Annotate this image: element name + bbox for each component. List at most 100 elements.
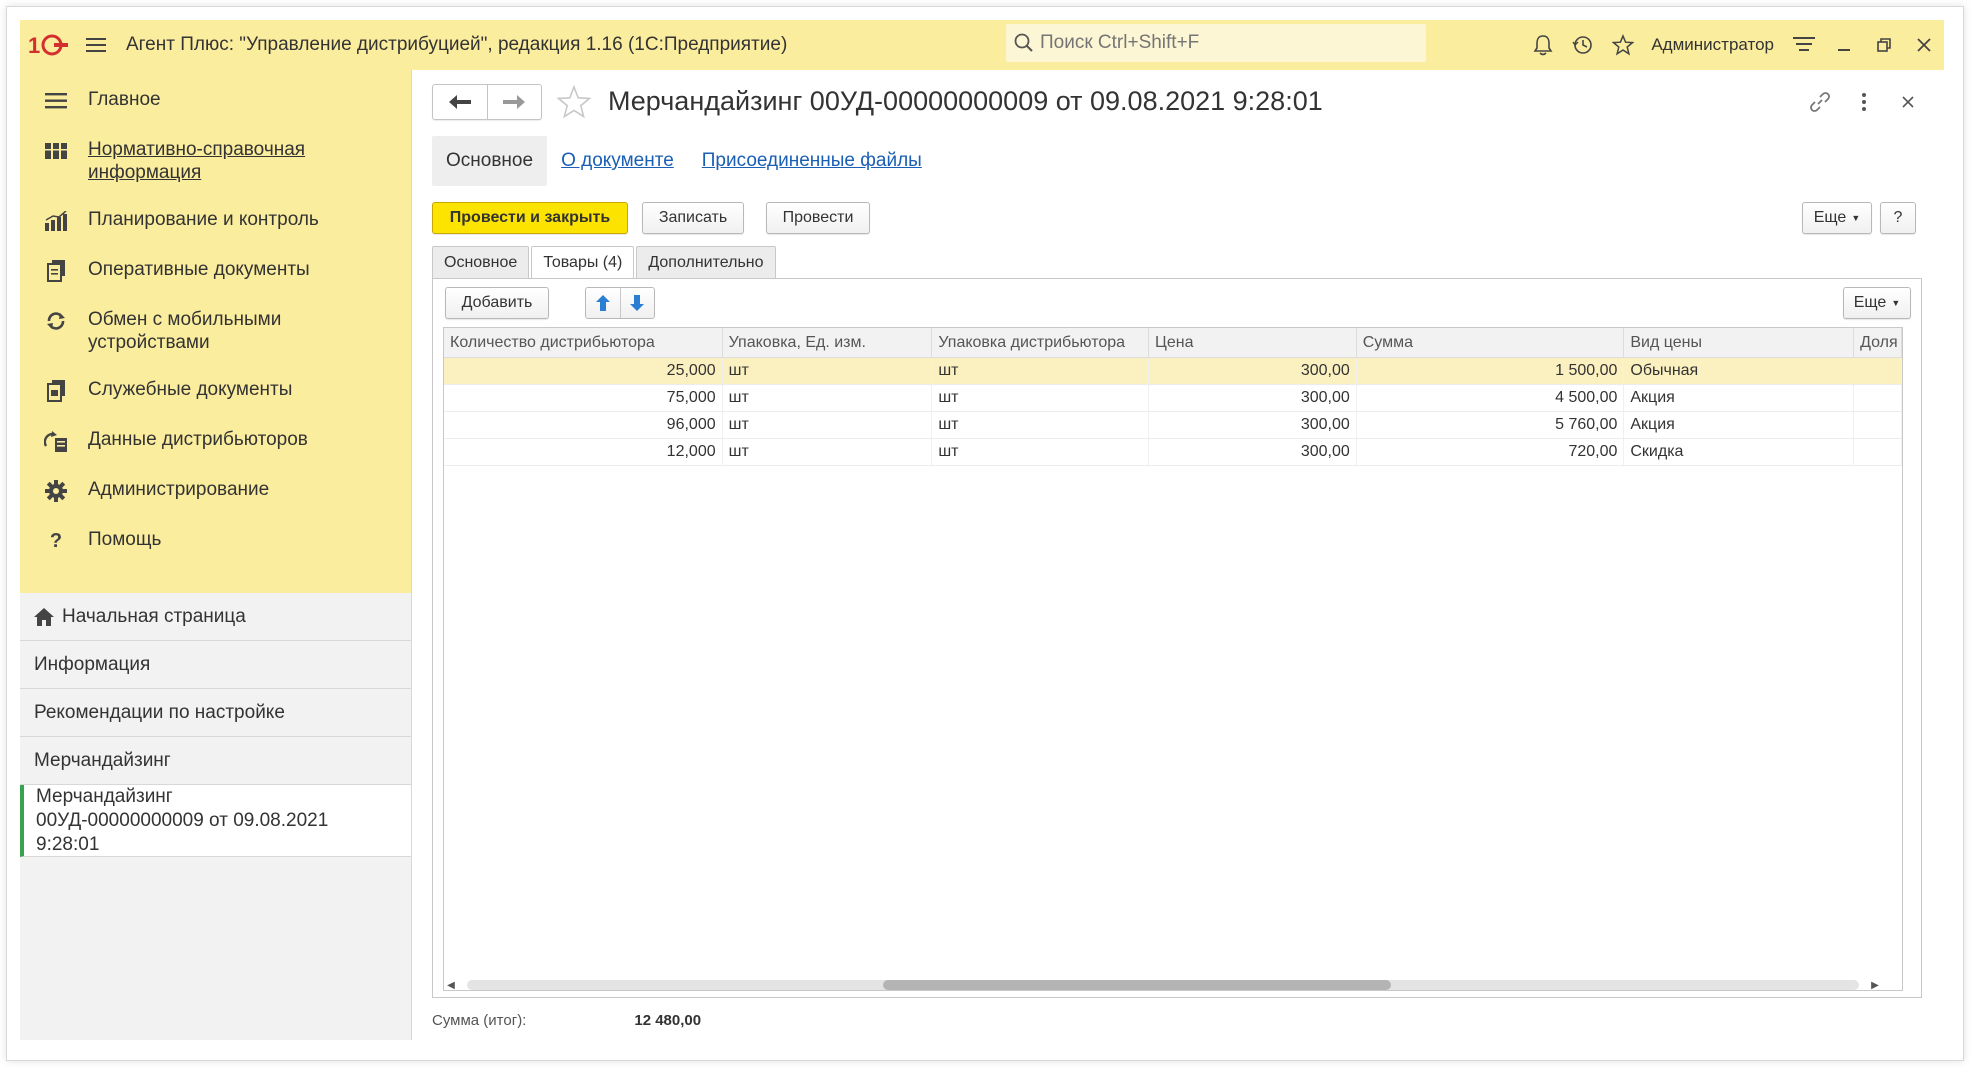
cell-sum[interactable]: 720,00 (1357, 439, 1625, 465)
cell-qty[interactable]: 25,000 (444, 358, 723, 384)
open-window-home[interactable]: Начальная страница (20, 593, 411, 641)
cell-price-type[interactable]: Обычная (1624, 358, 1855, 384)
table-row[interactable]: 75,000 шт шт 300,00 4 500,00 Акция (444, 385, 1902, 412)
global-search[interactable] (1006, 24, 1426, 62)
cell-share[interactable] (1854, 412, 1902, 438)
cell-price-type[interactable]: Акция (1624, 412, 1855, 438)
cell-dist-pack[interactable]: шт (932, 439, 1150, 465)
post-button[interactable]: Провести (766, 202, 870, 234)
section-distributor-data[interactable]: Данные дистрибьюторов (20, 416, 411, 466)
cell-price[interactable]: 300,00 (1149, 412, 1357, 438)
cell-share[interactable] (1854, 358, 1902, 384)
minimize-icon[interactable] (1824, 20, 1864, 70)
bell-icon[interactable] (1523, 20, 1563, 70)
scroll-thumb[interactable] (883, 980, 1391, 990)
cell-dist-pack[interactable]: шт (932, 412, 1150, 438)
back-arrow-icon[interactable] (433, 85, 488, 119)
cell-dist-pack[interactable]: шт (932, 358, 1150, 384)
cell-price[interactable]: 300,00 (1149, 358, 1357, 384)
section-operational-docs[interactable]: Оперативные документы (20, 246, 411, 296)
cell-price[interactable]: 300,00 (1149, 385, 1357, 411)
move-buttons (585, 287, 655, 319)
section-label: Главное (88, 89, 161, 110)
save-button[interactable]: Записать (642, 202, 744, 234)
cell-sum[interactable]: 1 500,00 (1357, 358, 1625, 384)
cell-unit[interactable]: шт (723, 412, 933, 438)
page-tab-main[interactable]: Основное (432, 246, 530, 278)
column-header[interactable]: Доля (1854, 328, 1902, 357)
page-tab-goods[interactable]: Товары (4) (531, 246, 635, 279)
cell-qty[interactable]: 96,000 (444, 412, 723, 438)
favorites-star-icon[interactable] (1603, 20, 1643, 70)
section-administration[interactable]: Администрирование (20, 466, 411, 516)
open-window-recommendations[interactable]: Рекомендации по настройке (20, 689, 411, 737)
open-window-info[interactable]: Информация (20, 641, 411, 689)
column-header[interactable]: Сумма (1357, 328, 1625, 357)
tab-attached-files[interactable]: Присоединенные файлы (688, 136, 936, 186)
forward-arrow-icon[interactable] (488, 85, 542, 119)
cell-unit[interactable]: шт (723, 439, 933, 465)
cell-share[interactable] (1854, 439, 1902, 465)
svg-text:1: 1 (28, 33, 40, 57)
column-header[interactable]: Упаковка, Ед. изм. (723, 328, 933, 357)
user-name[interactable]: Администратор (1651, 35, 1774, 55)
column-header[interactable]: Вид цены (1624, 328, 1855, 357)
cell-dist-pack[interactable]: шт (932, 385, 1150, 411)
cell-sum[interactable]: 4 500,00 (1357, 385, 1625, 411)
column-header[interactable]: Количество дистрибьютора (444, 328, 723, 357)
settings-menu-icon[interactable] (1784, 20, 1824, 70)
cell-share[interactable] (1854, 385, 1902, 411)
section-service-docs[interactable]: Служебные документы (20, 366, 411, 416)
cell-qty[interactable]: 12,000 (444, 439, 723, 465)
search-input[interactable] (1040, 32, 1410, 54)
more-button[interactable]: Еще ▼ (1802, 202, 1872, 234)
table-more-button[interactable]: Еще ▼ (1843, 287, 1911, 319)
cell-unit[interactable]: шт (723, 358, 933, 384)
form-tabs: Основное О документе Присоединенные файл… (432, 136, 936, 186)
more-label: Еще (1813, 209, 1847, 226)
total-value: 12 480,00 (634, 1012, 702, 1029)
tab-main[interactable]: Основное (432, 136, 548, 186)
section-help[interactable]: ? Помощь (20, 516, 411, 566)
cell-price-type[interactable]: Акция (1624, 385, 1855, 411)
link-icon[interactable] (1798, 84, 1842, 120)
scroll-left-icon[interactable]: ◀ (443, 977, 459, 993)
section-main[interactable]: Главное (20, 76, 411, 126)
favorite-star-icon[interactable] (556, 84, 592, 120)
cell-qty[interactable]: 75,000 (444, 385, 723, 411)
sidebar: Главное Нормативно-справочная информация… (20, 70, 412, 1040)
cell-price-type[interactable]: Скидка (1624, 439, 1855, 465)
main-menu-icon[interactable] (76, 20, 116, 70)
section-label: Нормативно-справочная информация (88, 139, 306, 183)
column-header[interactable]: Упаковка дистрибьютора (932, 328, 1150, 357)
add-row-button[interactable]: Добавить (445, 287, 549, 319)
table-row[interactable]: 96,000 шт шт 300,00 5 760,00 Акция (444, 412, 1902, 439)
close-form-icon[interactable] (1886, 84, 1930, 120)
table-row[interactable]: 25,000 шт шт 300,00 1 500,00 Обычная (444, 358, 1902, 385)
section-mobile-exchange[interactable]: Обмен с мобильными устройствами (20, 296, 411, 366)
more-actions-icon[interactable] (1842, 84, 1886, 120)
cell-unit[interactable]: шт (723, 385, 933, 411)
section-reference-info[interactable]: Нормативно-справочная информация (20, 126, 411, 196)
restore-icon[interactable] (1864, 20, 1904, 70)
table-row[interactable]: 12,000 шт шт 300,00 720,00 Скидка (444, 439, 1902, 466)
help-button[interactable]: ? (1880, 202, 1916, 234)
column-header[interactable]: Цена (1149, 328, 1357, 357)
section-planning[interactable]: Планирование и контроль (20, 196, 411, 246)
move-down-icon[interactable] (621, 288, 655, 318)
page-tabs: Основное Товары (4) Дополнительно (432, 246, 778, 279)
gear-icon (42, 478, 70, 504)
tab-about-document[interactable]: О документе (547, 136, 688, 186)
section-label: Данные дистрибьюторов (88, 429, 308, 450)
history-icon[interactable] (1563, 20, 1603, 70)
open-window-merchandising-list[interactable]: Мерчандайзинг (20, 737, 411, 785)
page-tab-additional[interactable]: Дополнительно (636, 246, 776, 278)
move-up-icon[interactable] (586, 288, 621, 318)
close-app-icon[interactable] (1904, 20, 1944, 70)
open-window-merchandising-doc[interactable]: Мерчандайзинг 00УД-00000000009 от 09.08.… (20, 785, 411, 857)
horizontal-scrollbar[interactable]: ◀ ▶ (443, 977, 1883, 993)
scroll-right-icon[interactable]: ▶ (1867, 977, 1883, 993)
post-and-close-button[interactable]: Провести и закрыть (432, 202, 628, 234)
cell-price[interactable]: 300,00 (1149, 439, 1357, 465)
cell-sum[interactable]: 5 760,00 (1357, 412, 1625, 438)
